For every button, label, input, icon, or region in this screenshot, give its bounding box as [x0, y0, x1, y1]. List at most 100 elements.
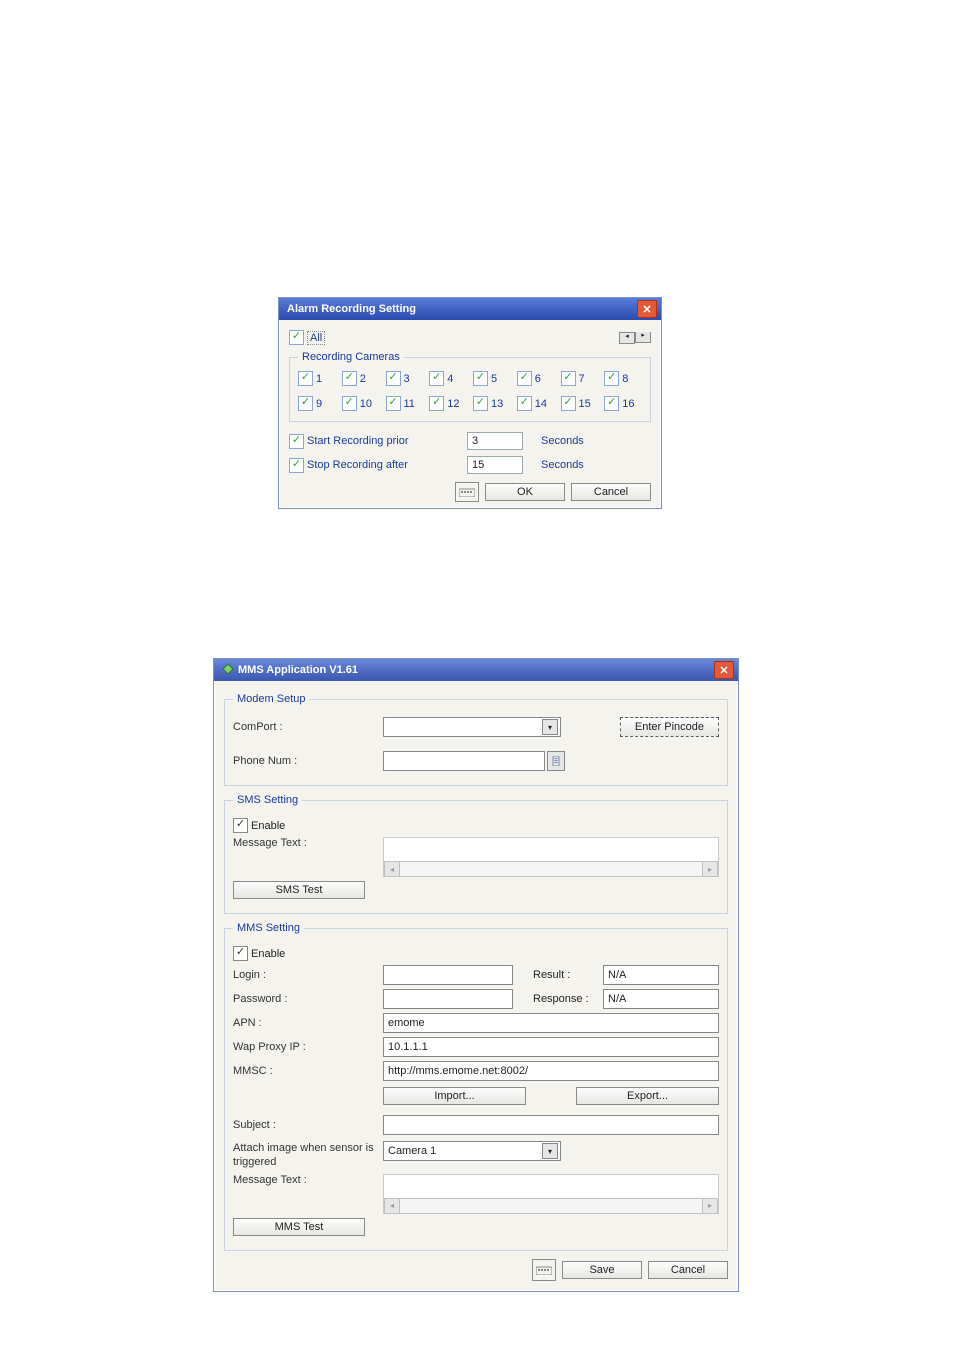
- seconds-label-2: Seconds: [541, 459, 584, 471]
- sms-enable-checkbox[interactable]: ✓: [233, 818, 248, 833]
- cancel-button[interactable]: Cancel: [571, 483, 651, 501]
- subject-input[interactable]: [383, 1115, 719, 1135]
- wap-proxy-label: Wap Proxy IP :: [233, 1041, 383, 1053]
- camera-12-label: 12: [447, 398, 459, 410]
- save-button[interactable]: Save: [562, 1261, 642, 1279]
- start-prior-checkbox[interactable]: ✓: [289, 434, 304, 449]
- password-label: Password :: [233, 993, 383, 1005]
- camera-16-checkbox[interactable]: ✓: [604, 396, 619, 411]
- result-output: N/A: [603, 965, 719, 985]
- camera-6-label: 6: [535, 373, 541, 385]
- app-icon: [222, 663, 234, 678]
- scroll-left-icon[interactable]: ◂: [384, 861, 400, 877]
- apn-label: APN :: [233, 1017, 383, 1029]
- export-button[interactable]: Export...: [576, 1087, 719, 1105]
- phone-picker-icon[interactable]: [547, 751, 565, 771]
- mms-setting-group: MMS Setting ✓ Enable Login : Result : N/…: [224, 922, 728, 1251]
- scroll-left-icon[interactable]: ◂: [384, 1198, 400, 1214]
- camera-4-label: 4: [447, 373, 453, 385]
- response-label: Response :: [533, 993, 603, 1005]
- camera-12-checkbox[interactable]: ✓: [429, 396, 444, 411]
- phone-input[interactable]: [383, 751, 545, 771]
- keyboard-icon[interactable]: [532, 1259, 556, 1281]
- camera-7-checkbox[interactable]: ✓: [561, 371, 576, 386]
- camera-14-label: 14: [535, 398, 547, 410]
- mmsc-input[interactable]: http://mms.emome.net:8002/: [383, 1061, 719, 1081]
- sms-test-button[interactable]: SMS Test: [233, 881, 365, 899]
- camera-13-item: ✓13: [473, 396, 511, 411]
- apn-input[interactable]: emome: [383, 1013, 719, 1033]
- titlebar: Alarm Recording Setting ✕: [279, 298, 661, 320]
- sms-message-input[interactable]: ◂ ▸: [383, 837, 719, 877]
- camera-3-checkbox[interactable]: ✓: [386, 371, 401, 386]
- camera-7-item: ✓7: [561, 371, 599, 386]
- camera-4-item: ✓4: [429, 371, 467, 386]
- camera-6-checkbox[interactable]: ✓: [517, 371, 532, 386]
- mms-message-label: Message Text :: [233, 1174, 383, 1186]
- camera-1-checkbox[interactable]: ✓: [298, 371, 313, 386]
- start-prior-label: Start Recording prior: [307, 435, 467, 447]
- scroll-right-icon[interactable]: ▸: [635, 332, 651, 343]
- camera-16-item: ✓16: [604, 396, 642, 411]
- camera-8-item: ✓8: [604, 371, 642, 386]
- camera-10-label: 10: [360, 398, 372, 410]
- camera-1-item: ✓1: [298, 371, 336, 386]
- password-input[interactable]: [383, 989, 513, 1009]
- camera-11-label: 11: [404, 398, 415, 410]
- start-prior-input[interactable]: 3: [467, 432, 523, 450]
- hscrollbar[interactable]: ◂ ▸: [384, 862, 718, 876]
- close-icon[interactable]: ✕: [637, 300, 657, 318]
- mms-message-input[interactable]: ◂ ▸: [383, 1174, 719, 1214]
- comport-select[interactable]: ▾: [383, 717, 561, 737]
- scroll-right-icon[interactable]: ▸: [702, 861, 718, 877]
- camera-9-checkbox[interactable]: ✓: [298, 396, 313, 411]
- camera-3-item: ✓3: [386, 371, 424, 386]
- cancel-button[interactable]: Cancel: [648, 1261, 728, 1279]
- keyboard-icon[interactable]: [455, 482, 479, 502]
- camera-1-label: 1: [316, 373, 322, 385]
- camera-16-label: 16: [622, 398, 634, 410]
- chevron-down-icon: ▾: [542, 1143, 558, 1159]
- window-title: Alarm Recording Setting: [287, 303, 637, 315]
- camera-15-checkbox[interactable]: ✓: [561, 396, 576, 411]
- scroll-track[interactable]: [400, 861, 702, 877]
- camera-10-checkbox[interactable]: ✓: [342, 396, 357, 411]
- mms-enable-checkbox[interactable]: ✓: [233, 946, 248, 961]
- group-legend: MMS Setting: [233, 922, 304, 934]
- group-legend: Recording Cameras: [298, 351, 404, 363]
- camera-4-checkbox[interactable]: ✓: [429, 371, 444, 386]
- titlebar: MMS Application V1.61 ✕: [214, 659, 738, 681]
- hscrollbar[interactable]: ◂ ▸: [384, 1199, 718, 1213]
- camera-11-checkbox[interactable]: ✓: [386, 396, 401, 411]
- camera-5-checkbox[interactable]: ✓: [473, 371, 488, 386]
- camera-8-checkbox[interactable]: ✓: [604, 371, 619, 386]
- attach-camera-select[interactable]: Camera 1 ▾: [383, 1141, 561, 1161]
- stop-after-checkbox[interactable]: ✓: [289, 458, 304, 473]
- scroll-left-icon[interactable]: ◂: [619, 332, 635, 344]
- group-legend: Modem Setup: [233, 693, 309, 705]
- import-button[interactable]: Import...: [383, 1087, 526, 1105]
- mms-test-button[interactable]: MMS Test: [233, 1218, 365, 1236]
- camera-5-label: 5: [491, 373, 497, 385]
- camera-2-label: 2: [360, 373, 366, 385]
- scroll-right-icon[interactable]: ▸: [702, 1198, 718, 1214]
- attach-camera-value: Camera 1: [388, 1145, 436, 1157]
- scroll-track[interactable]: [400, 1198, 702, 1214]
- camera-15-item: ✓15: [561, 396, 599, 411]
- camera-5-item: ✓5: [473, 371, 511, 386]
- chevron-down-icon: ▾: [542, 719, 558, 735]
- group-legend: SMS Setting: [233, 794, 302, 806]
- result-label: Result :: [533, 969, 603, 981]
- close-icon[interactable]: ✕: [714, 661, 734, 679]
- camera-13-checkbox[interactable]: ✓: [473, 396, 488, 411]
- sms-setting-group: SMS Setting ✓ Enable Message Text : ◂ ▸: [224, 794, 728, 914]
- wap-proxy-input[interactable]: 10.1.1.1: [383, 1037, 719, 1057]
- all-checkbox[interactable]: ✓: [289, 330, 304, 345]
- camera-14-checkbox[interactable]: ✓: [517, 396, 532, 411]
- enter-pincode-button[interactable]: Enter Pincode: [620, 717, 719, 737]
- ok-button[interactable]: OK: [485, 483, 565, 501]
- camera-2-checkbox[interactable]: ✓: [342, 371, 357, 386]
- stop-after-input[interactable]: 15: [467, 456, 523, 474]
- login-input[interactable]: [383, 965, 513, 985]
- camera-3-label: 3: [404, 373, 410, 385]
